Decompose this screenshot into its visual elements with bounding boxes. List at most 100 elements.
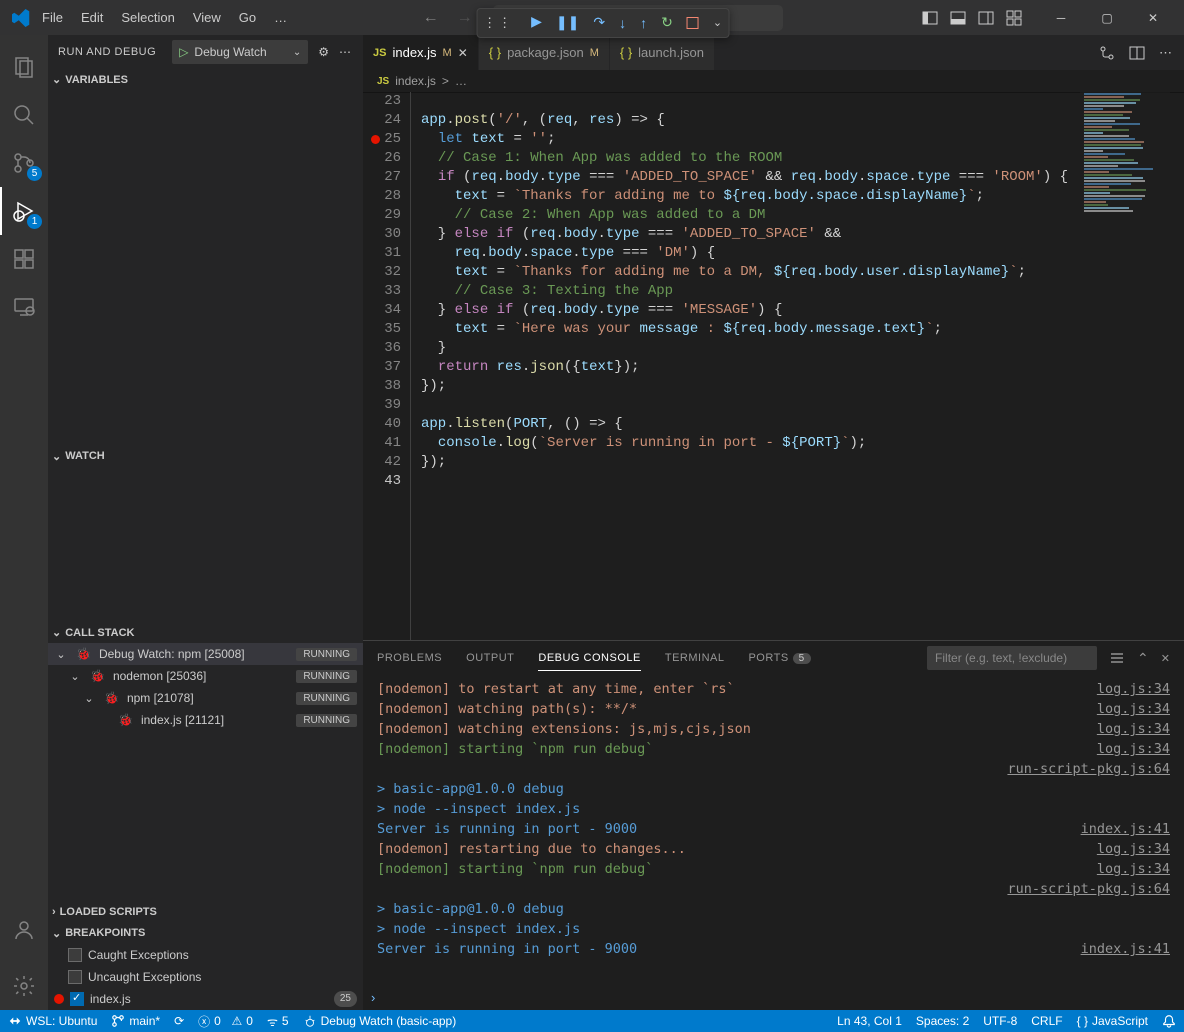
toggle-panel-icon[interactable] — [950, 10, 966, 26]
debug-toolbar: ⋮⋮ ▶ ❚❚ ↷ ↓ ↑ ↻ ⌄ — [476, 8, 729, 38]
panel-tab-problems[interactable]: PROBLEMS — [377, 652, 442, 664]
callstack-item[interactable]: ⌄🐞npm [21078]RUNNING — [48, 687, 363, 709]
status-notifications-icon[interactable] — [1162, 1014, 1176, 1028]
menu-view[interactable]: View — [185, 6, 229, 29]
panel-tab-terminal[interactable]: TERMINAL — [665, 652, 725, 664]
status-encoding[interactable]: UTF-8 — [983, 1014, 1017, 1028]
checkbox-icon[interactable] — [70, 992, 84, 1006]
remote-explorer-icon[interactable] — [0, 283, 48, 331]
step-out-icon[interactable]: ↑ — [640, 15, 647, 31]
breakpoint-uncaught[interactable]: Uncaught Exceptions — [48, 966, 363, 988]
more-tab-actions-icon[interactable]: ⋯ — [1159, 45, 1172, 61]
status-remote[interactable]: WSL: Ubuntu — [8, 1014, 97, 1028]
source-control-icon[interactable]: 5 — [0, 139, 48, 187]
console-source-link[interactable]: run-script-pkg.js:64 — [1007, 879, 1170, 899]
console-source-link[interactable]: log.js:34 — [1097, 859, 1170, 879]
debug-console-body[interactable]: [nodemon] to restart at any time, enter … — [363, 675, 1184, 984]
callstack-item[interactable]: ⌄🐞nodemon [25036]RUNNING — [48, 665, 363, 687]
section-variables[interactable]: ⌄VARIABLES — [48, 69, 363, 90]
status-cursor-pos[interactable]: Ln 43, Col 1 — [837, 1014, 902, 1028]
split-editor-icon[interactable] — [1129, 45, 1145, 61]
checkbox-icon[interactable] — [68, 970, 82, 984]
settings-gear-icon[interactable] — [0, 962, 48, 1010]
editor-tab[interactable]: { }package.jsonM — [479, 35, 610, 70]
status-debug[interactable]: Debug Watch (basic-app) — [303, 1014, 457, 1028]
console-source-link[interactable]: log.js:34 — [1097, 679, 1170, 699]
step-into-icon[interactable]: ↓ — [619, 15, 626, 31]
status-language[interactable]: { } JavaScript — [1077, 1014, 1148, 1028]
console-line: run-script-pkg.js:64 — [377, 759, 1170, 779]
step-over-icon[interactable]: ↷ — [593, 14, 605, 31]
stop-icon[interactable] — [687, 17, 699, 29]
menu-file[interactable]: File — [34, 6, 71, 29]
status-branch[interactable]: main* — [111, 1014, 160, 1028]
status-errors[interactable]: ⓧ 0 ⚠ 0 — [198, 1013, 253, 1030]
nav-back-icon[interactable]: ← — [423, 9, 439, 27]
clear-console-icon[interactable]: ⌃ — [1137, 650, 1149, 667]
callstack-item[interactable]: 🐞index.js [21121]RUNNING — [48, 709, 363, 731]
close-icon[interactable]: ✕ — [1130, 0, 1176, 35]
debug-config-label: Debug Watch — [194, 45, 266, 59]
checkbox-icon[interactable] — [68, 948, 82, 962]
debug-target-chevron-icon[interactable]: ⌄ — [713, 16, 722, 29]
menu-more[interactable]: … — [266, 6, 295, 29]
panel-tab-debug-console[interactable]: DEBUG CONSOLE — [538, 652, 640, 671]
status-eol[interactable]: CRLF — [1031, 1014, 1062, 1028]
compare-changes-icon[interactable] — [1099, 45, 1115, 61]
status-sync[interactable]: ⟳ — [174, 1014, 184, 1028]
section-callstack[interactable]: ⌄CALL STACK — [48, 622, 363, 643]
console-filter-input[interactable] — [927, 646, 1097, 670]
console-source-link[interactable]: index.js:41 — [1081, 819, 1170, 839]
section-watch[interactable]: ⌄WATCH — [48, 445, 363, 466]
minimize-icon[interactable]: ─ — [1038, 0, 1084, 35]
console-source-link[interactable]: log.js:34 — [1097, 699, 1170, 719]
close-panel-icon[interactable]: ✕ — [1161, 652, 1170, 665]
editor-tab[interactable]: { }launch.json — [610, 35, 715, 70]
toggle-primary-sidebar-icon[interactable] — [922, 10, 938, 26]
accounts-icon[interactable] — [0, 906, 48, 954]
console-source-link[interactable]: log.js:34 — [1097, 839, 1170, 859]
minimap[interactable] — [1080, 92, 1170, 640]
console-source-link[interactable]: index.js:41 — [1081, 939, 1170, 959]
customize-layout-icon[interactable] — [1006, 10, 1022, 26]
status-spaces[interactable]: Spaces: 2 — [916, 1014, 969, 1028]
code-content[interactable]: app.post('/', (req, res) => { let text =… — [421, 92, 1184, 640]
toggle-secondary-sidebar-icon[interactable] — [978, 10, 994, 26]
breakpoint-file[interactable]: index.js25 — [48, 988, 363, 1010]
menu-selection[interactable]: Selection — [113, 6, 182, 29]
status-radio[interactable]: ᯤ 5 — [267, 1013, 289, 1030]
tree-view-icon[interactable] — [1109, 650, 1125, 666]
debug-config-selector[interactable]: ▷ Debug Watch ⌄ — [172, 40, 308, 64]
maximize-icon[interactable]: ▢ — [1084, 0, 1130, 35]
chevron-down-icon: ⌄ — [52, 626, 61, 639]
menu-edit[interactable]: Edit — [73, 6, 111, 29]
drag-handle-icon[interactable]: ⋮⋮ — [483, 15, 513, 31]
panel-tab-ports[interactable]: PORTS5 — [748, 652, 810, 664]
nav-forward-icon[interactable]: → — [457, 9, 473, 27]
section-breakpoints[interactable]: ⌄BREAKPOINTS — [48, 923, 363, 944]
breakpoint-marker-icon[interactable] — [371, 135, 380, 144]
restart-icon[interactable]: ↻ — [661, 14, 673, 31]
extensions-icon[interactable] — [0, 235, 48, 283]
menu-go[interactable]: Go — [231, 6, 264, 29]
configure-gear-icon[interactable]: ⚙ — [318, 45, 329, 59]
run-debug-icon[interactable]: 1 — [0, 187, 48, 235]
pause-icon[interactable]: ❚❚ — [556, 14, 579, 31]
console-source-link[interactable]: log.js:34 — [1097, 719, 1170, 739]
section-loaded-scripts[interactable]: ›LOADED SCRIPTS — [48, 901, 363, 922]
breadcrumb[interactable]: JS index.js > … — [363, 70, 1184, 92]
repl-input[interactable]: › — [363, 984, 1184, 1010]
code-editor[interactable]: 2324252627282930313233343536373839404142… — [363, 92, 1184, 640]
explorer-icon[interactable] — [0, 43, 48, 91]
breakpoint-caught[interactable]: Caught Exceptions — [48, 944, 363, 966]
editor-tab[interactable]: JSindex.jsM✕ — [363, 35, 479, 70]
callstack-item[interactable]: ⌄🐞Debug Watch: npm [25008]RUNNING — [48, 643, 363, 665]
search-bar-icon[interactable] — [0, 91, 48, 139]
console-source-link[interactable]: run-script-pkg.js:64 — [1007, 759, 1170, 779]
bug-icon: 🐞 — [118, 713, 133, 727]
close-tab-icon[interactable]: ✕ — [458, 46, 468, 60]
more-actions-icon[interactable]: ⋯ — [339, 45, 353, 59]
continue-icon[interactable]: ▶ — [531, 14, 542, 31]
panel-tab-output[interactable]: OUTPUT — [466, 652, 514, 664]
console-source-link[interactable]: log.js:34 — [1097, 739, 1170, 759]
